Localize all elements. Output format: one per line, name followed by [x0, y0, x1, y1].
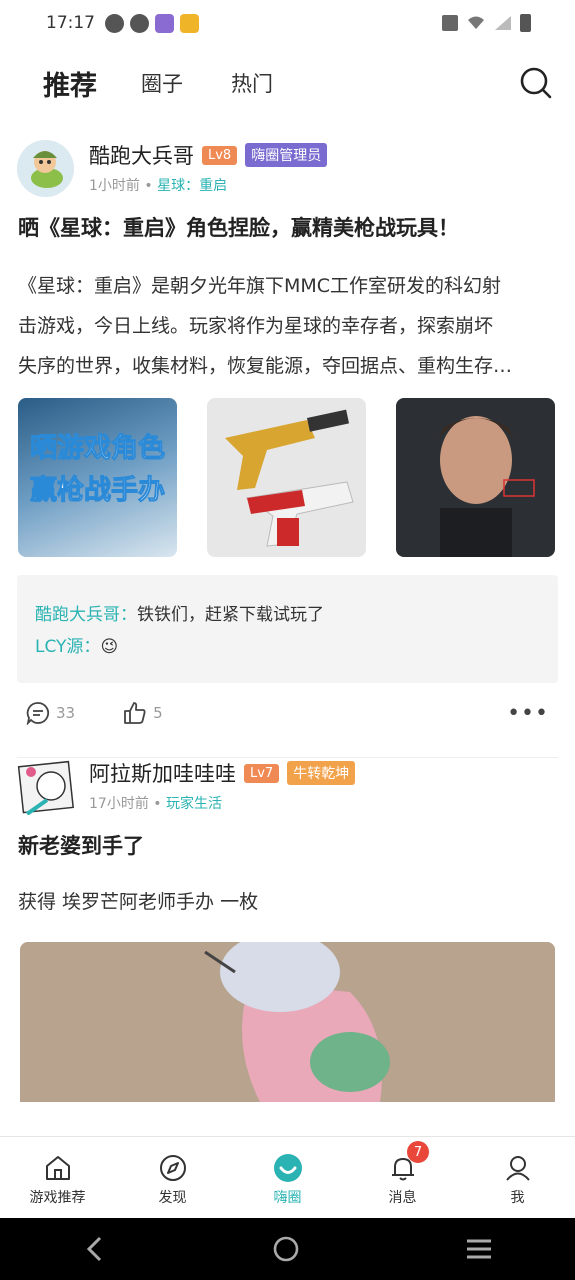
nav-label: 消息: [388, 1189, 417, 1206]
post-title[interactable]: 新老婆到手了: [18, 830, 557, 876]
recents-icon[interactable]: [465, 1237, 493, 1261]
username[interactable]: 酷跑大兵哥: [89, 140, 194, 170]
hiquan-icon: [273, 1153, 302, 1182]
level-badge: Lv8: [202, 145, 238, 165]
avatar[interactable]: [17, 758, 74, 815]
nav-messages[interactable]: 7 消息: [345, 1137, 460, 1218]
post-image[interactable]: [207, 398, 366, 557]
compass-icon: [159, 1154, 186, 1181]
status-bar: 17:17: [0, 0, 575, 46]
post-body-line: 《星球：重启》是朝夕光年旗下MMC工作室研发的科幻射: [18, 275, 502, 297]
shield-icon: [130, 13, 149, 33]
home-icon: [45, 1155, 70, 1180]
user-icon: [505, 1155, 530, 1181]
comment-text: 😉: [100, 637, 119, 657]
meta-separator: •: [153, 796, 162, 812]
meta-separator: •: [144, 178, 153, 194]
cloud-icon: [180, 13, 199, 33]
role-badge: 嗨圈管理员: [245, 143, 328, 167]
nav-label: 我: [510, 1189, 525, 1206]
post-card[interactable]: 酷跑大兵哥 Lv8 嗨圈管理员 1小时前 • 星球：重启 晒《星球：重启》角色捏…: [0, 140, 575, 758]
role-badge: 牛转乾坤: [287, 761, 356, 785]
nav-label: 发现: [158, 1189, 187, 1206]
comment-item: 酷跑大兵哥：铁铁们，赶紧下载试玩了: [35, 599, 540, 631]
status-time: 17:17: [46, 13, 95, 33]
post-card[interactable]: 阿拉斯加哇哇哇 Lv7 牛转乾坤 17小时前 • 玩家生活 新老婆到手了 获得 …: [0, 758, 575, 1102]
home-button-icon[interactable]: [272, 1235, 300, 1263]
comment-button[interactable]: 33: [26, 701, 75, 725]
nav-hiquan[interactable]: 嗨圈: [230, 1137, 345, 1218]
avatar[interactable]: [17, 140, 74, 197]
comment-author[interactable]: LCY源：: [35, 637, 100, 657]
notification-badge: 7: [407, 1141, 429, 1163]
comment-count: 33: [56, 704, 76, 722]
comment-item: LCY源：😉: [35, 631, 540, 663]
post-time: 1小时前: [89, 178, 140, 194]
system-nav-bar: [0, 1218, 575, 1280]
post-body[interactable]: 获得 埃罗芒阿老师手办 一枚: [18, 882, 557, 922]
topic-link[interactable]: 星球：重启: [157, 178, 227, 194]
post-body[interactable]: 《星球：重启》是朝夕光年旗下MMC工作室研发的科幻射 击游戏，今日上线。玩家将作…: [18, 266, 557, 386]
like-button[interactable]: 5: [123, 701, 163, 725]
comment-preview[interactable]: 酷跑大兵哥：铁铁们，赶紧下载试玩了 LCY源：😉: [17, 575, 558, 683]
nav-label: 嗨圈: [273, 1189, 302, 1206]
thumbs-up-icon: [124, 702, 146, 724]
wifi-icon: [468, 16, 484, 29]
nav-me[interactable]: 我: [460, 1137, 575, 1218]
tab-hot[interactable]: 热门: [231, 68, 273, 98]
post-time: 17小时前: [89, 796, 149, 812]
signal-icon: [495, 16, 511, 30]
post-body-line: 失序的世界，收集材料，恢复能源，夺回据点、重构生存…: [18, 355, 513, 377]
top-nav: 推荐 圈子 热门: [0, 52, 575, 114]
vibrate-icon: [442, 15, 458, 31]
comment-author[interactable]: 酷跑大兵哥：: [35, 605, 137, 625]
nav-discover[interactable]: 发现: [115, 1137, 230, 1218]
level-badge: Lv7: [244, 763, 280, 783]
post-image[interactable]: [396, 398, 555, 557]
like-count: 5: [153, 704, 163, 722]
post-body-line: 击游戏，今日上线。玩家将作为星球的幸存者，探索崩坏: [18, 315, 494, 337]
back-icon[interactable]: [83, 1235, 107, 1263]
bottom-nav: 游戏推荐 发现 嗨圈 7 消息 我: [0, 1136, 575, 1218]
app-notification-icon: [155, 13, 174, 33]
tab-circles[interactable]: 圈子: [141, 68, 183, 98]
tab-recommend[interactable]: 推荐: [43, 64, 97, 103]
post-title[interactable]: 晒《星球：重启》角色捏脸，赢精美枪战玩具！: [18, 212, 557, 266]
image-caption: 赢枪战手办: [30, 475, 166, 507]
nav-label: 游戏推荐: [29, 1189, 86, 1206]
image-caption: 晒游戏角色: [30, 433, 166, 465]
nav-game-recommend[interactable]: 游戏推荐: [0, 1137, 115, 1218]
search-icon[interactable]: [519, 66, 553, 100]
more-button[interactable]: •••: [507, 701, 549, 726]
check-icon: [105, 13, 124, 33]
post-image[interactable]: 晒游戏角色 赢枪战手办: [18, 398, 177, 557]
battery-icon: [520, 14, 531, 32]
comment-text: 铁铁们，赶紧下载试玩了: [137, 605, 324, 625]
username[interactable]: 阿拉斯加哇哇哇: [89, 758, 236, 788]
post-image[interactable]: [20, 942, 555, 1102]
topic-link[interactable]: 玩家生活: [166, 796, 222, 812]
comment-icon: [26, 702, 50, 725]
